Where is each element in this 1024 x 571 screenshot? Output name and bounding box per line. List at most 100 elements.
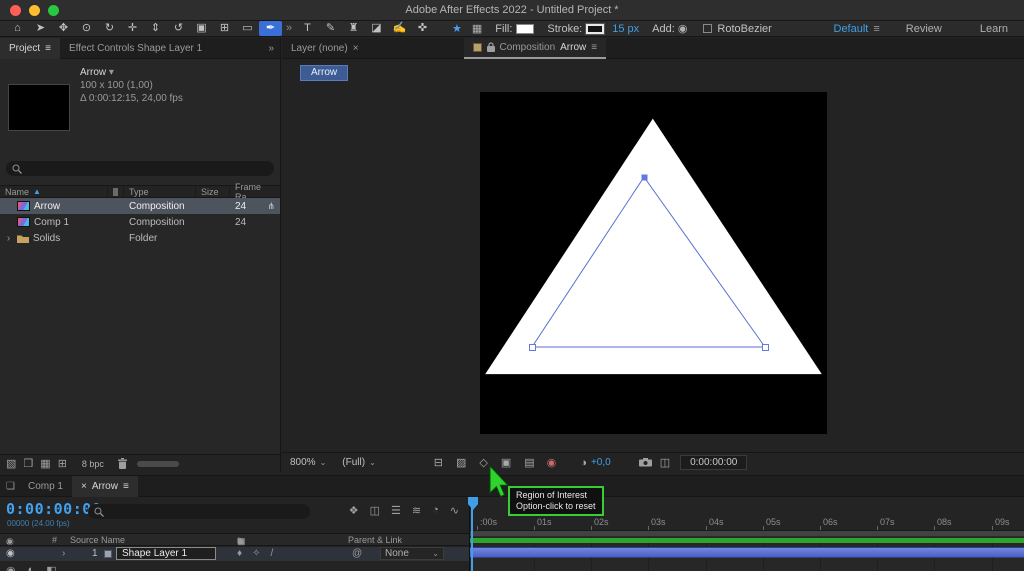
roto-brush-tool-icon[interactable]: ✍ (388, 21, 411, 36)
layer-switch-icon[interactable]: / (271, 548, 274, 559)
resolution-select[interactable]: (Full) ⌄ (342, 457, 375, 468)
caret-down-icon[interactable]: ▾ (109, 67, 114, 78)
camera-tool-icon[interactable]: ▣ (190, 21, 213, 36)
layer-name-field[interactable]: Shape Layer 1 (116, 547, 216, 560)
mask-visibility-icon[interactable]: ◇ (479, 456, 487, 469)
table-row[interactable]: › Solids Folder (0, 230, 280, 246)
close-window-button[interactable] (10, 5, 21, 16)
brush-tool-icon[interactable]: ✎ (319, 21, 342, 36)
draft-3d-icon[interactable]: ◫ (370, 504, 380, 517)
type-tool-icon[interactable]: T (296, 21, 319, 36)
frame-blending-icon[interactable]: ≋ (412, 504, 421, 517)
expand-transfer-controls-icon[interactable]: ◐ (28, 564, 35, 571)
minimize-window-button[interactable] (29, 5, 40, 16)
hide-shy-icon[interactable]: ☰ (391, 504, 401, 517)
workspace-learn[interactable]: Learn (980, 23, 1008, 35)
layer-visibility-icon[interactable]: ◉ (6, 548, 15, 559)
layer-label-chip[interactable] (104, 550, 112, 558)
selection-tool-icon[interactable]: ➤ (29, 21, 52, 36)
comp-navigator-breadcrumb[interactable]: Arrow (300, 65, 349, 81)
rotobezier-checkbox[interactable] (703, 24, 713, 33)
workspace-menu-icon[interactable]: ≡ (873, 23, 879, 35)
lock-icon[interactable] (486, 42, 495, 52)
graph-editor-icon[interactable]: ∿ (450, 504, 459, 517)
tool-overflow-chevron-icon[interactable]: » (282, 21, 296, 36)
footage-name[interactable]: Arrow (80, 67, 106, 78)
view-layout-icon[interactable]: ⊟ (434, 456, 443, 469)
guides-icon[interactable]: ▤ (524, 456, 534, 469)
project-search-input[interactable] (6, 161, 274, 176)
workspace-review[interactable]: Review (906, 23, 942, 35)
column-label-icon[interactable] (108, 185, 124, 198)
column-name[interactable]: Name ▲ (0, 185, 108, 198)
pan-camera-tool-icon[interactable]: ✛ (121, 21, 144, 36)
pan-behind-tool-icon[interactable]: ⊞ (213, 21, 236, 36)
current-time-display[interactable]: 0:00:00:00 (6, 500, 101, 518)
expand-layer-switches-icon[interactable]: ◉ (6, 564, 16, 571)
viewer-timecode[interactable]: 0:00:00:00 (680, 455, 748, 470)
panel-menu-icon[interactable]: ≡ (123, 481, 129, 492)
magnification-select[interactable]: 800% ⌄ (290, 457, 326, 468)
column-type[interactable]: Type (124, 185, 196, 198)
new-folder-icon[interactable]: ❒ (23, 457, 33, 470)
comp-usage-icon[interactable]: ⋔ (267, 201, 275, 212)
panel-menu-icon[interactable]: ≡ (591, 42, 597, 53)
close-icon[interactable]: × (81, 481, 87, 492)
expander-icon[interactable]: › (4, 233, 13, 244)
star-icon[interactable]: ★ (452, 22, 462, 35)
column-source-name[interactable]: Source Name (70, 535, 125, 545)
stroke-color-swatch[interactable] (585, 22, 606, 35)
eraser-tool-icon[interactable]: ◪ (365, 21, 388, 36)
fill-color-swatch[interactable] (516, 23, 535, 34)
grid-icon[interactable]: ▦ (472, 22, 482, 35)
layer-quality-icon[interactable]: ♦ (237, 548, 242, 559)
composition-canvas[interactable] (480, 92, 827, 434)
shape-path-overlay[interactable] (480, 92, 827, 434)
pick-whip-icon[interactable]: @ (352, 548, 362, 559)
zoom-tool-icon[interactable]: ⊙ (75, 21, 98, 36)
parent-select[interactable]: None ⌄ (380, 547, 444, 560)
layer-expander-icon[interactable]: › (62, 548, 65, 559)
layer-duration-bar[interactable] (470, 547, 1024, 558)
tab-comp1-timeline[interactable]: Comp 1 (19, 476, 72, 497)
new-composition-icon[interactable]: ▦ (40, 457, 50, 470)
orbit-camera-tool-icon[interactable]: ↻ (98, 21, 121, 36)
show-channel-icon[interactable]: ◉ (547, 456, 557, 469)
column-frame-rate[interactable]: Frame Ra... (230, 182, 280, 202)
close-icon[interactable]: × (353, 43, 359, 54)
tab-arrow-timeline[interactable]: × Arrow ≡ (71, 475, 138, 497)
tab-overflow-icon[interactable]: » (268, 43, 280, 54)
add-menu-icon[interactable]: ◉ (678, 22, 688, 35)
timeline-search-input[interactable] (88, 504, 310, 519)
snapshot-camera-icon[interactable] (638, 458, 652, 467)
dolly-camera-tool-icon[interactable]: ⇕ (144, 21, 167, 36)
playhead[interactable] (468, 497, 478, 571)
pen-tool-icon[interactable]: ✒ (259, 21, 282, 36)
tab-layer-viewer[interactable]: Layer (none) × (282, 38, 368, 59)
column-parent-link[interactable]: Parent & Link (348, 535, 402, 545)
tab-composition-viewer[interactable]: Composition Arrow ≡ (463, 37, 607, 59)
expand-in-out-icon[interactable]: ◧ (46, 564, 56, 571)
transparency-grid-icon[interactable]: ▨ (456, 456, 466, 469)
panel-menu-icon[interactable]: ≡ (45, 43, 51, 54)
layer-effects-icon[interactable]: ✧ (252, 548, 260, 559)
table-row[interactable]: Comp 1 Composition 24 (0, 214, 280, 230)
trash-icon[interactable] (117, 458, 127, 469)
tab-effect-controls[interactable]: Effect Controls Shape Layer 1 (60, 38, 211, 59)
comp-mini-flowchart-icon[interactable]: ❖ (349, 504, 359, 517)
hand-tool-icon[interactable]: ✥ (52, 21, 75, 36)
layer-row[interactable]: ◉ › 1 Shape Layer 1 ♦ ✧ / @ None ⌄ (0, 547, 469, 561)
puppet-tool-icon[interactable]: ✜ (411, 21, 434, 36)
solo-icon[interactable]: ○ (6, 536, 11, 546)
rotation-tool-icon[interactable]: ↺ (167, 21, 190, 36)
table-row[interactable]: Arrow Composition 24 ⋔ (0, 198, 280, 214)
project-settings-icon[interactable]: ⊞ (58, 457, 67, 470)
zoom-window-button[interactable] (48, 5, 59, 16)
home-tool-icon[interactable]: ⌂ (6, 21, 29, 36)
workspace-selector[interactable]: Default (834, 23, 869, 35)
clone-stamp-tool-icon[interactable]: ♜ (342, 21, 365, 36)
tab-project[interactable]: Project ≡ (0, 37, 60, 59)
color-depth-button[interactable]: 8 bpc (82, 459, 104, 469)
stroke-width-value[interactable]: 15 px (612, 23, 639, 35)
horizontal-scrollbar[interactable] (136, 460, 179, 467)
